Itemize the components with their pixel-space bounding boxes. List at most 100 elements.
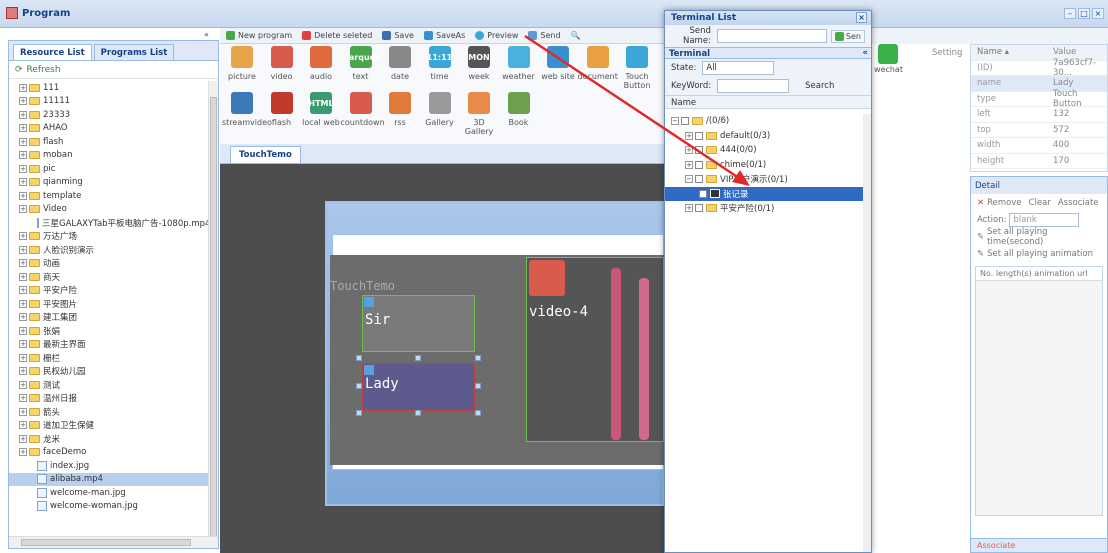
checkbox[interactable] (695, 131, 703, 140)
tree-folder[interactable]: + template (9, 189, 208, 203)
property-value[interactable]: 7a963cf7-30... (1049, 58, 1107, 78)
associate-footer[interactable]: Associate (971, 538, 1107, 552)
expand-icon[interactable]: + (19, 434, 27, 443)
expand-icon[interactable]: + (19, 110, 27, 119)
expand-icon[interactable]: + (19, 164, 27, 173)
tree-file[interactable]: welcome-woman.jpg (9, 500, 208, 514)
palette-item-web-site[interactable]: web site (538, 46, 578, 90)
resize-handle[interactable] (415, 355, 421, 361)
expand-icon[interactable]: + (19, 97, 27, 106)
action-select[interactable]: blank (1009, 212, 1080, 227)
palette-item-rss[interactable]: rss (380, 92, 420, 136)
close-icon[interactable]: × (856, 12, 867, 23)
property-row[interactable]: width 400 (971, 138, 1107, 154)
expand-icon[interactable]: + (19, 178, 27, 187)
tree-folder[interactable]: +111 (9, 81, 208, 95)
expand-icon[interactable]: + (19, 272, 27, 281)
expand-icon[interactable]: + (19, 380, 27, 389)
palette-item-time[interactable]: 11:11 time (420, 46, 460, 90)
tree-folder[interactable]: + flash (9, 135, 208, 149)
tree-folder[interactable]: + 平安图片 (9, 297, 208, 311)
expand-icon[interactable]: + (19, 191, 27, 200)
search-button[interactable]: Search (805, 81, 834, 91)
palette-item-document[interactable]: document (578, 46, 618, 90)
saveas-button[interactable]: SaveAs (423, 31, 465, 40)
wechat-palette-item[interactable]: wechat (874, 44, 903, 74)
checkbox[interactable]: ✓ (699, 189, 707, 198)
expand-icon[interactable]: + (19, 421, 27, 430)
checkbox[interactable] (695, 146, 703, 155)
expand-icon[interactable]: + (19, 259, 27, 268)
expand-icon[interactable]: + (19, 326, 27, 335)
checkbox[interactable] (695, 204, 703, 213)
property-value[interactable]: Touch Button (1049, 89, 1107, 109)
send-button[interactable]: Send (528, 31, 561, 40)
tab-touchtemo[interactable]: TouchTemo (230, 146, 301, 163)
palette-item-streamvideo[interactable]: streamvideo (222, 92, 272, 136)
tree-folder[interactable]: + 平安户险 (9, 284, 208, 298)
palette-item-local-web[interactable]: HTML local web (301, 92, 341, 136)
property-value[interactable]: 132 (1049, 109, 1107, 119)
terminal-tree-item[interactable]: +444(0/0) (665, 143, 871, 158)
tree-folder[interactable]: + AHAO (9, 122, 208, 136)
expand-icon[interactable]: + (685, 146, 693, 155)
expand-icon[interactable]: − (685, 175, 693, 184)
palette-item-weather[interactable]: weather (499, 46, 539, 90)
lady-button[interactable]: Lady (362, 363, 475, 411)
palette-item-flash[interactable]: flash (262, 92, 302, 136)
tree-folder[interactable]: + 人脸识别演示 (9, 243, 208, 257)
resize-handle[interactable] (356, 410, 362, 416)
tab-programs-list[interactable]: Programs List (93, 44, 175, 60)
resize-handle[interactable] (475, 410, 481, 416)
tree-folder[interactable]: + 动画 (9, 257, 208, 271)
expand-icon[interactable]: + (685, 204, 693, 213)
tree-folder[interactable]: + qianming (9, 176, 208, 190)
expand-icon[interactable]: + (19, 367, 27, 376)
property-row[interactable]: left 132 (971, 107, 1107, 123)
tree-folder[interactable]: + pic (9, 162, 208, 176)
palette-item-3d-gallery[interactable]: 3D Gallery (459, 92, 499, 136)
tree-folder[interactable]: + 箭头 (9, 405, 208, 419)
keyword-input[interactable] (717, 79, 790, 93)
new-program-button[interactable]: New program (226, 31, 292, 40)
property-row[interactable]: (ID) 7a963cf7-30... (971, 58, 1107, 78)
terminal-tree-item[interactable]: + default(0/3) (665, 129, 871, 144)
expand-icon[interactable]: + (19, 448, 27, 457)
palette-item-text[interactable]: marquee text (341, 46, 381, 90)
expand-icon[interactable]: + (19, 286, 27, 295)
palette-item-video[interactable]: video (262, 46, 302, 90)
palette-item-date[interactable]: date (380, 46, 420, 90)
clear-button[interactable]: Clear (1029, 198, 1051, 208)
expand-icon[interactable]: + (19, 299, 27, 308)
video-element[interactable]: video-4 (526, 257, 664, 442)
terminal-tree-item[interactable]: ✓ 张记录 (665, 186, 871, 201)
state-select[interactable]: All (702, 61, 775, 75)
resize-handle[interactable] (475, 383, 481, 389)
minimize-button[interactable]: – (1064, 8, 1076, 19)
property-row[interactable]: height 170 (971, 154, 1107, 169)
palette-item-touch-button[interactable]: Touch Button (617, 46, 657, 90)
terminal-tree-item[interactable]: − VIP客户演示(0/1) (665, 172, 871, 187)
tree-folder[interactable]: + 栅栏 (9, 351, 208, 365)
expand-icon[interactable]: + (19, 124, 27, 133)
palette-item-gallery[interactable]: Gallery (420, 92, 460, 136)
remove-button[interactable]: Remove (987, 198, 1022, 208)
expand-icon[interactable]: − (671, 117, 679, 126)
zoom-icon[interactable]: 🔍 (571, 31, 581, 40)
property-value[interactable]: 170 (1049, 156, 1107, 166)
tree-folder[interactable]: + 最新主界面 (9, 338, 208, 352)
expand-icon[interactable]: + (19, 232, 27, 241)
tree-folder[interactable]: + 道加卫生保健 (9, 419, 208, 433)
property-value[interactable]: 572 (1049, 125, 1107, 135)
tree-folder[interactable]: + moban (9, 149, 208, 163)
tree-file[interactable]: 三星GALAXYTab平板电脑广告-1080p.mp4 (9, 216, 208, 230)
resize-handle[interactable] (356, 355, 362, 361)
collapse-icon[interactable]: « (863, 48, 869, 58)
property-row[interactable]: type Touch Button (971, 89, 1107, 109)
tree-folder[interactable]: +23333 (9, 108, 208, 122)
palette-item-countdown[interactable]: countdown (341, 92, 385, 136)
tree-folder[interactable]: + 温州日报 (9, 392, 208, 406)
tree-folder[interactable]: + 商天 (9, 270, 208, 284)
resize-handle[interactable] (475, 355, 481, 361)
terminal-tree-item[interactable]: + chime(0/1) (665, 158, 871, 173)
